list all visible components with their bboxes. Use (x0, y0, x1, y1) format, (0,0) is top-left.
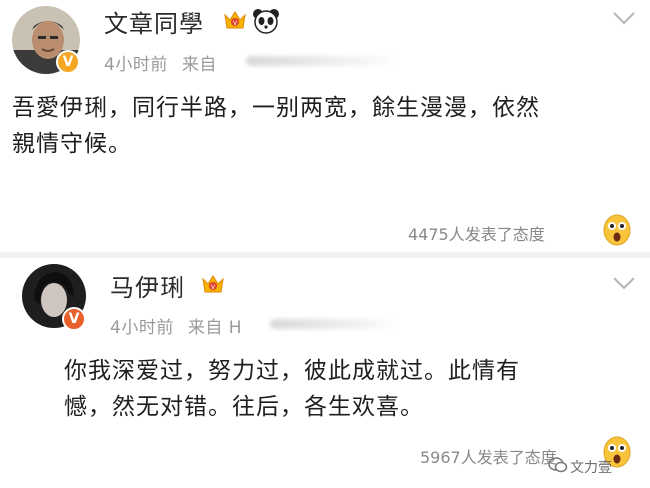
post-card: V 马伊琍 V 4小时前 来自 H 你我深爱过，努力过，彼此成就过。此情有 憾，然… (0, 255, 650, 488)
post-meta: 4小时前 来自 H (110, 313, 242, 338)
blurred-source (270, 319, 400, 329)
verified-badge-icon: V (62, 307, 86, 331)
verified-badge-icon: V (56, 50, 80, 74)
chevron-down-icon[interactable] (612, 275, 636, 294)
wechat-logo-icon (548, 456, 568, 478)
crown-icon: V (200, 272, 226, 302)
post-text: 吾愛伊琍，同行半路，一别两宽，餘生漫漫，依然 親情守候。 (12, 90, 540, 162)
post-text: 你我深爱过，努力过，彼此成就过。此情有 憾，然无对错。往后，各生欢喜。 (64, 353, 520, 425)
post-text-line: 親情守候。 (12, 131, 132, 157)
post-time: 4小时前 (104, 55, 168, 75)
reaction-count[interactable]: 5967人发表了态度 (420, 444, 557, 468)
surprised-emoji-icon[interactable] (602, 214, 632, 250)
post-text-line: 吾愛伊琍，同行半路，一别两宽，餘生漫漫，依然 (12, 95, 540, 121)
post-time: 4小时前 (110, 318, 174, 338)
post-text-line: 憾，然无对错。往后，各生欢喜。 (64, 394, 424, 420)
post-text-line: 你我深爱过，努力过，彼此成就过。此情有 (64, 358, 520, 384)
reaction-count[interactable]: 4475人发表了态度 (408, 221, 545, 245)
author-name[interactable]: 文章同學 (104, 4, 204, 39)
panda-icon (252, 8, 280, 38)
post-card: V 文章同學 V 4小时前 来自 吾愛伊琍，同行半路，一别两宽，餘生漫漫，依然 親… (0, 0, 650, 255)
watermark: 文力壹 (570, 460, 612, 476)
post-source[interactable]: 来自 H (188, 318, 242, 338)
author-name[interactable]: 马伊琍 (110, 268, 185, 303)
blurred-source (246, 56, 396, 66)
post-source[interactable]: 来自 (182, 55, 217, 75)
post-meta: 4小时前 来自 (104, 50, 217, 75)
crown-icon: V (222, 8, 248, 38)
chevron-down-icon[interactable] (612, 10, 636, 29)
